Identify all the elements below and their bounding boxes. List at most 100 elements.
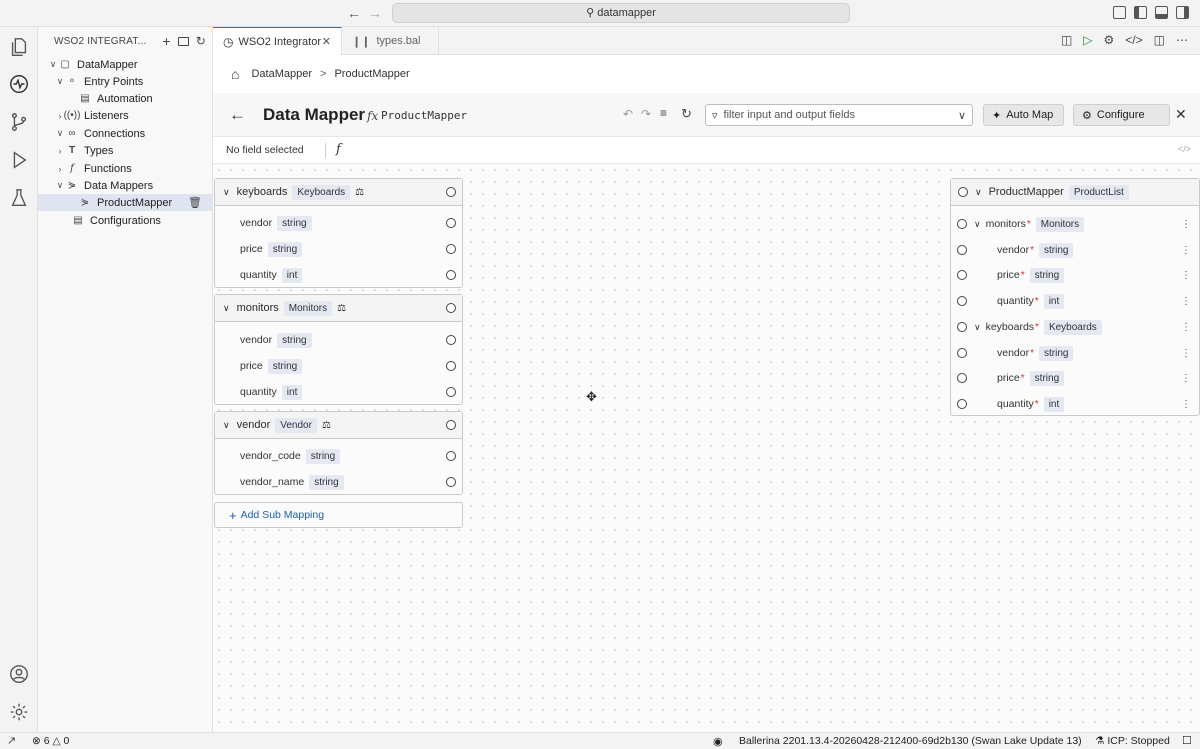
input-port[interactable]: [957, 219, 967, 229]
tree-item-datamapper[interactable]: ∨ ▢ DataMapper: [38, 56, 213, 73]
forward-arrow-icon[interactable]: →: [367, 5, 383, 21]
more-actions-icon[interactable]: ⋯: [1176, 33, 1188, 47]
split-editor-icon[interactable]: ◫: [1154, 33, 1165, 47]
debug-icon[interactable]: ⚙: [1104, 33, 1115, 47]
more-options-icon[interactable]: ⋮: [1181, 219, 1191, 230]
breadcrumb-item-productmapper[interactable]: ProductMapper: [334, 68, 409, 80]
chevron-down-icon[interactable]: ∨: [975, 187, 982, 198]
input-port[interactable]: [957, 348, 967, 358]
copilot-icon[interactable]: ◉: [713, 735, 723, 748]
tree-item-entry-points[interactable]: ∨ ⚬ Entry Points: [38, 73, 213, 90]
more-options-icon[interactable]: ⋮: [1181, 322, 1191, 333]
more-options-icon[interactable]: ⋮: [1181, 296, 1191, 307]
chevron-down-icon[interactable]: ∨: [974, 322, 981, 333]
testing-icon[interactable]: [7, 186, 31, 210]
field-port[interactable]: [446, 244, 456, 254]
chevron-down-icon[interactable]: ∨: [974, 219, 981, 230]
input-port[interactable]: [957, 399, 967, 409]
input-node-header[interactable]: ∨ vendor Vendor ⚖: [215, 412, 462, 439]
ballerina-version[interactable]: Ballerina 2201.13.4-20260428-212400-69d2…: [739, 735, 1082, 747]
more-options-icon[interactable]: ⋮: [1181, 245, 1191, 256]
tree-item-listeners[interactable]: › ((•)) Listeners: [38, 107, 213, 124]
field-port[interactable]: [446, 387, 456, 397]
tree-item-productmapper[interactable]: ⋟ ProductMapper 🗑: [38, 194, 213, 211]
balance-icon[interactable]: ⚖: [355, 187, 364, 198]
input-port[interactable]: [957, 373, 967, 383]
more-options-icon[interactable]: ⋮: [1181, 399, 1191, 410]
output-port[interactable]: [446, 187, 456, 197]
tab-types-bal[interactable]: ❙❙ types.bal: [342, 27, 439, 55]
account-icon[interactable]: [7, 662, 31, 686]
toggle-panel-icon[interactable]: [1155, 6, 1168, 19]
tree-item-connections[interactable]: ∨ ∞ Connections: [38, 125, 213, 142]
more-options-icon[interactable]: ⋮: [1181, 348, 1191, 359]
input-port[interactable]: [957, 270, 967, 280]
field-port[interactable]: [446, 270, 456, 280]
output-node-header[interactable]: ∨ ProductMapper ProductList: [951, 179, 1199, 206]
undo-icon[interactable]: ↶: [623, 107, 633, 121]
output-port[interactable]: [446, 303, 456, 313]
chevron-down-icon[interactable]: ∨: [223, 420, 230, 431]
project-overview-icon[interactable]: [177, 36, 189, 46]
home-icon[interactable]: ⌂: [231, 66, 239, 82]
trash-icon[interactable]: 🗑: [188, 196, 202, 209]
explorer-icon[interactable]: [7, 35, 31, 59]
back-arrow-icon[interactable]: ←: [346, 5, 362, 21]
expand-all-icon[interactable]: ≡: [660, 106, 667, 120]
chevron-down-icon[interactable]: ∨: [223, 303, 230, 314]
redo-icon[interactable]: ↷: [641, 107, 651, 121]
input-port[interactable]: [957, 296, 967, 306]
mapping-canvas[interactable]: ∨ keyboards Keyboards ⚖ vendor string pr…: [213, 164, 1200, 732]
more-options-icon[interactable]: ⋮: [1181, 373, 1191, 384]
configure-button[interactable]: ⚙ Configure: [1073, 104, 1170, 126]
tree-item-functions[interactable]: › f Functions: [38, 160, 213, 177]
input-port[interactable]: [958, 187, 968, 197]
field-port[interactable]: [446, 335, 456, 345]
add-sub-mapping-button[interactable]: + Add Sub Mapping: [214, 502, 463, 528]
chat-icon[interactable]: ◫: [1061, 33, 1072, 47]
run-debug-icon[interactable]: [7, 148, 31, 172]
wso2-integrator-icon[interactable]: [7, 72, 31, 96]
tab-wso2-integrator[interactable]: ◷ WSO2 Integrator ✕: [213, 27, 342, 55]
field-port[interactable]: [446, 218, 456, 228]
tree-item-automation[interactable]: ▤ Automation: [38, 90, 213, 107]
input-node-header[interactable]: ∨ monitors Monitors ⚖: [215, 295, 462, 322]
input-port[interactable]: [957, 322, 967, 332]
problems-indicator[interactable]: ⊗ 6 △ 0: [32, 735, 69, 747]
balance-icon[interactable]: ⚖: [337, 303, 346, 314]
source-control-icon[interactable]: [7, 110, 31, 134]
code-view-icon[interactable]: </>: [1125, 33, 1142, 47]
customize-layout-icon[interactable]: [1113, 6, 1126, 19]
chevron-down-icon[interactable]: ∨: [223, 187, 230, 198]
breadcrumb-item-datamapper[interactable]: DataMapper: [251, 68, 312, 80]
field-port[interactable]: [446, 361, 456, 371]
close-icon[interactable]: ✕: [1175, 106, 1187, 123]
toggle-secondary-sidebar-icon[interactable]: [1176, 6, 1189, 19]
refresh-icon[interactable]: ↻: [196, 34, 206, 48]
refresh-mapper-icon[interactable]: ↻: [681, 106, 692, 122]
command-center[interactable]: ⚲ datamapper: [392, 3, 850, 23]
tree-item-types[interactable]: › T Types: [38, 142, 213, 159]
code-icon[interactable]: </>: [1178, 144, 1191, 154]
field-port[interactable]: [446, 477, 456, 487]
balance-icon[interactable]: ⚖: [322, 420, 331, 431]
output-port[interactable]: [446, 420, 456, 430]
auto-map-button[interactable]: ✦ Auto Map: [983, 104, 1064, 126]
settings-gear-icon[interactable]: [7, 700, 31, 724]
expression-fx-icon[interactable]: f: [336, 142, 341, 157]
chevron-down-icon[interactable]: ∨: [958, 109, 966, 122]
remote-icon[interactable]: ↗: [7, 734, 16, 747]
input-node-header[interactable]: ∨ keyboards Keyboards ⚖: [215, 179, 462, 206]
input-port[interactable]: [957, 245, 967, 255]
more-options-icon[interactable]: ⋮: [1181, 270, 1191, 281]
field-port[interactable]: [446, 451, 456, 461]
tree-item-data-mappers[interactable]: ∨ ⋟ Data Mappers: [38, 177, 213, 194]
toggle-primary-sidebar-icon[interactable]: [1134, 6, 1147, 19]
back-arrow-icon[interactable]: ←: [229, 105, 246, 125]
filter-input[interactable]: ▿ filter input and output fields ∨: [705, 104, 973, 126]
add-icon[interactable]: +: [162, 33, 170, 49]
close-tab-icon[interactable]: ✕: [322, 35, 331, 48]
run-icon[interactable]: ▷: [1083, 33, 1092, 47]
notifications-bell-icon[interactable]: ☐: [1182, 734, 1192, 747]
icp-status[interactable]: ⚗ ICP: Stopped: [1095, 735, 1170, 747]
